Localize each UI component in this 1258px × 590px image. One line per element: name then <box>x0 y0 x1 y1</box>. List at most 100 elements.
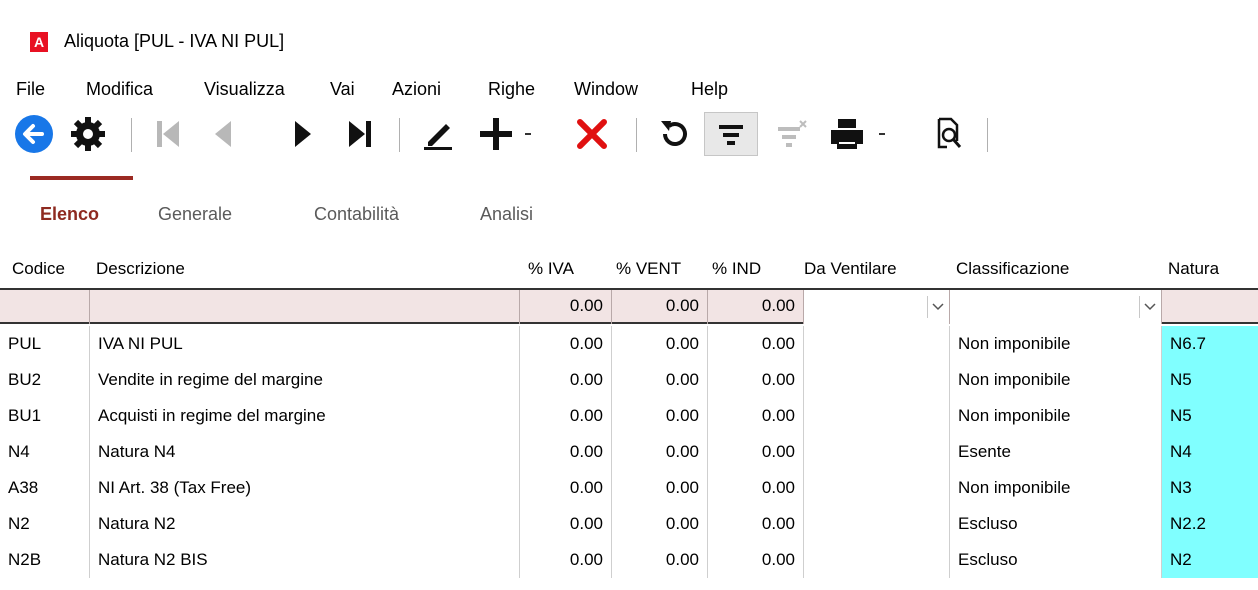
cell-natura[interactable]: N2.2 <box>1162 506 1258 542</box>
cell-ind[interactable]: 0.00 <box>708 542 804 578</box>
cell-vent[interactable]: 0.00 <box>612 398 708 434</box>
table-row[interactable]: PUL IVA NI PUL 0.00 0.00 0.00 Non imponibile N… <box>0 326 1258 362</box>
cell-classificazione[interactable]: Non imponibile <box>950 398 1162 434</box>
cell-da-ventilare[interactable] <box>804 542 950 578</box>
cell-ind[interactable]: 0.00 <box>708 434 804 470</box>
cell-classificazione[interactable]: Non imponibile <box>950 362 1162 398</box>
cell-ind[interactable]: 0.00 <box>708 398 804 434</box>
cell-da-ventilare[interactable] <box>804 434 950 470</box>
cell-descrizione[interactable]: NI Art. 38 (Tax Free) <box>90 470 520 506</box>
column-header-iva[interactable]: % IVA <box>528 252 574 286</box>
cell-iva[interactable]: 0.00 <box>520 506 612 542</box>
cell-iva[interactable]: 0.00 <box>520 326 612 362</box>
cell-iva[interactable]: 0.00 <box>520 542 612 578</box>
refresh-icon[interactable] <box>650 112 698 156</box>
cell-vent[interactable]: 0.00 <box>612 470 708 506</box>
tab-analisi[interactable]: Analisi <box>480 204 533 225</box>
cell-vent[interactable]: 0.00 <box>612 326 708 362</box>
cell-da-ventilare[interactable] <box>804 470 950 506</box>
column-header-vent[interactable]: % VENT <box>616 252 681 286</box>
cell-classificazione[interactable]: Esente <box>950 434 1162 470</box>
cell-descrizione[interactable]: Natura N4 <box>90 434 520 470</box>
preview-icon[interactable] <box>924 112 972 156</box>
back-icon[interactable] <box>8 112 60 156</box>
filter-ind[interactable]: 0.00 <box>708 290 804 324</box>
previous-record-icon[interactable] <box>204 112 244 156</box>
menu-azioni[interactable]: Azioni <box>392 79 441 100</box>
cell-descrizione[interactable]: Natura N2 <box>90 506 520 542</box>
column-header-classificazione[interactable]: Classificazione <box>956 252 1069 286</box>
column-header-ind[interactable]: % IND <box>712 252 761 286</box>
add-dropdown-icon[interactable] <box>520 112 536 156</box>
filter-vent[interactable]: 0.00 <box>612 290 708 324</box>
cell-iva[interactable]: 0.00 <box>520 434 612 470</box>
last-record-icon[interactable] <box>340 112 380 156</box>
cell-da-ventilare[interactable] <box>804 326 950 362</box>
print-dropdown-icon[interactable] <box>874 112 890 156</box>
filter-da-ventilare[interactable] <box>804 290 950 324</box>
cell-codice[interactable]: N4 <box>0 434 90 470</box>
menu-help[interactable]: Help <box>691 79 728 100</box>
cell-ind[interactable]: 0.00 <box>708 506 804 542</box>
cell-descrizione[interactable]: Natura N2 BIS <box>90 542 520 578</box>
cell-vent[interactable]: 0.00 <box>612 506 708 542</box>
menu-visualizza[interactable]: Visualizza <box>204 79 285 100</box>
cell-descrizione[interactable]: Acquisti in regime del margine <box>90 398 520 434</box>
first-record-icon[interactable] <box>148 112 188 156</box>
cell-ind[interactable]: 0.00 <box>708 362 804 398</box>
cell-classificazione[interactable]: Non imponibile <box>950 326 1162 362</box>
table-row[interactable]: N2B Natura N2 BIS 0.00 0.00 0.00 Escluso N2 <box>0 542 1258 578</box>
cell-codice[interactable]: BU2 <box>0 362 90 398</box>
cell-classificazione[interactable]: Non imponibile <box>950 470 1162 506</box>
tab-generale[interactable]: Generale <box>158 204 232 225</box>
cell-iva[interactable]: 0.00 <box>520 470 612 506</box>
tab-contabilita[interactable]: Contabilità <box>314 204 399 225</box>
column-header-da-ventilare[interactable]: Da Ventilare <box>804 252 897 286</box>
menu-window[interactable]: Window <box>574 79 638 100</box>
cell-descrizione[interactable]: IVA NI PUL <box>90 326 520 362</box>
cell-vent[interactable]: 0.00 <box>612 542 708 578</box>
cell-codice[interactable]: N2B <box>0 542 90 578</box>
cell-vent[interactable]: 0.00 <box>612 362 708 398</box>
cell-codice[interactable]: BU1 <box>0 398 90 434</box>
cell-iva[interactable]: 0.00 <box>520 362 612 398</box>
edit-icon[interactable] <box>414 112 462 156</box>
table-row[interactable]: N2 Natura N2 0.00 0.00 0.00 Escluso N2.2 <box>0 506 1258 542</box>
cell-ind[interactable]: 0.00 <box>708 470 804 506</box>
menu-modifica[interactable]: Modifica <box>86 79 153 100</box>
cell-natura[interactable]: N6.7 <box>1162 326 1258 362</box>
next-record-icon[interactable] <box>282 112 322 156</box>
cell-descrizione[interactable]: Vendite in regime del margine <box>90 362 520 398</box>
menu-vai[interactable]: Vai <box>330 79 355 100</box>
cell-natura[interactable]: N5 <box>1162 398 1258 434</box>
table-row[interactable]: N4 Natura N4 0.00 0.00 0.00 Esente N4 <box>0 434 1258 470</box>
cell-da-ventilare[interactable] <box>804 506 950 542</box>
table-row[interactable]: A38 NI Art. 38 (Tax Free) 0.00 0.00 0.00 Non … <box>0 470 1258 506</box>
settings-icon[interactable] <box>62 112 114 156</box>
table-row[interactable]: BU1 Acquisti in regime del margine 0.00 0.0… <box>0 398 1258 434</box>
menu-righe[interactable]: Righe <box>488 79 535 100</box>
clear-filter-icon[interactable] <box>768 112 818 156</box>
filter-descrizione[interactable] <box>90 290 520 324</box>
cell-ind[interactable]: 0.00 <box>708 326 804 362</box>
cell-iva[interactable]: 0.00 <box>520 398 612 434</box>
chevron-down-icon[interactable] <box>1139 296 1159 318</box>
cell-codice[interactable]: N2 <box>0 506 90 542</box>
column-header-natura[interactable]: Natura <box>1168 252 1219 286</box>
tab-elenco[interactable]: Elenco <box>40 204 99 225</box>
cell-codice[interactable]: A38 <box>0 470 90 506</box>
cell-classificazione[interactable]: Escluso <box>950 542 1162 578</box>
cell-da-ventilare[interactable] <box>804 398 950 434</box>
filter-codice[interactable] <box>0 290 90 324</box>
filter-classificazione[interactable] <box>950 290 1162 324</box>
menu-file[interactable]: File <box>16 79 45 100</box>
filter-iva[interactable]: 0.00 <box>520 290 612 324</box>
cell-classificazione[interactable]: Escluso <box>950 506 1162 542</box>
chevron-down-icon[interactable] <box>927 296 947 318</box>
cell-codice[interactable]: PUL <box>0 326 90 362</box>
print-icon[interactable] <box>822 112 872 156</box>
filter-natura[interactable] <box>1162 290 1258 324</box>
filter-icon[interactable] <box>704 112 758 156</box>
cell-da-ventilare[interactable] <box>804 362 950 398</box>
delete-icon[interactable] <box>568 112 616 156</box>
